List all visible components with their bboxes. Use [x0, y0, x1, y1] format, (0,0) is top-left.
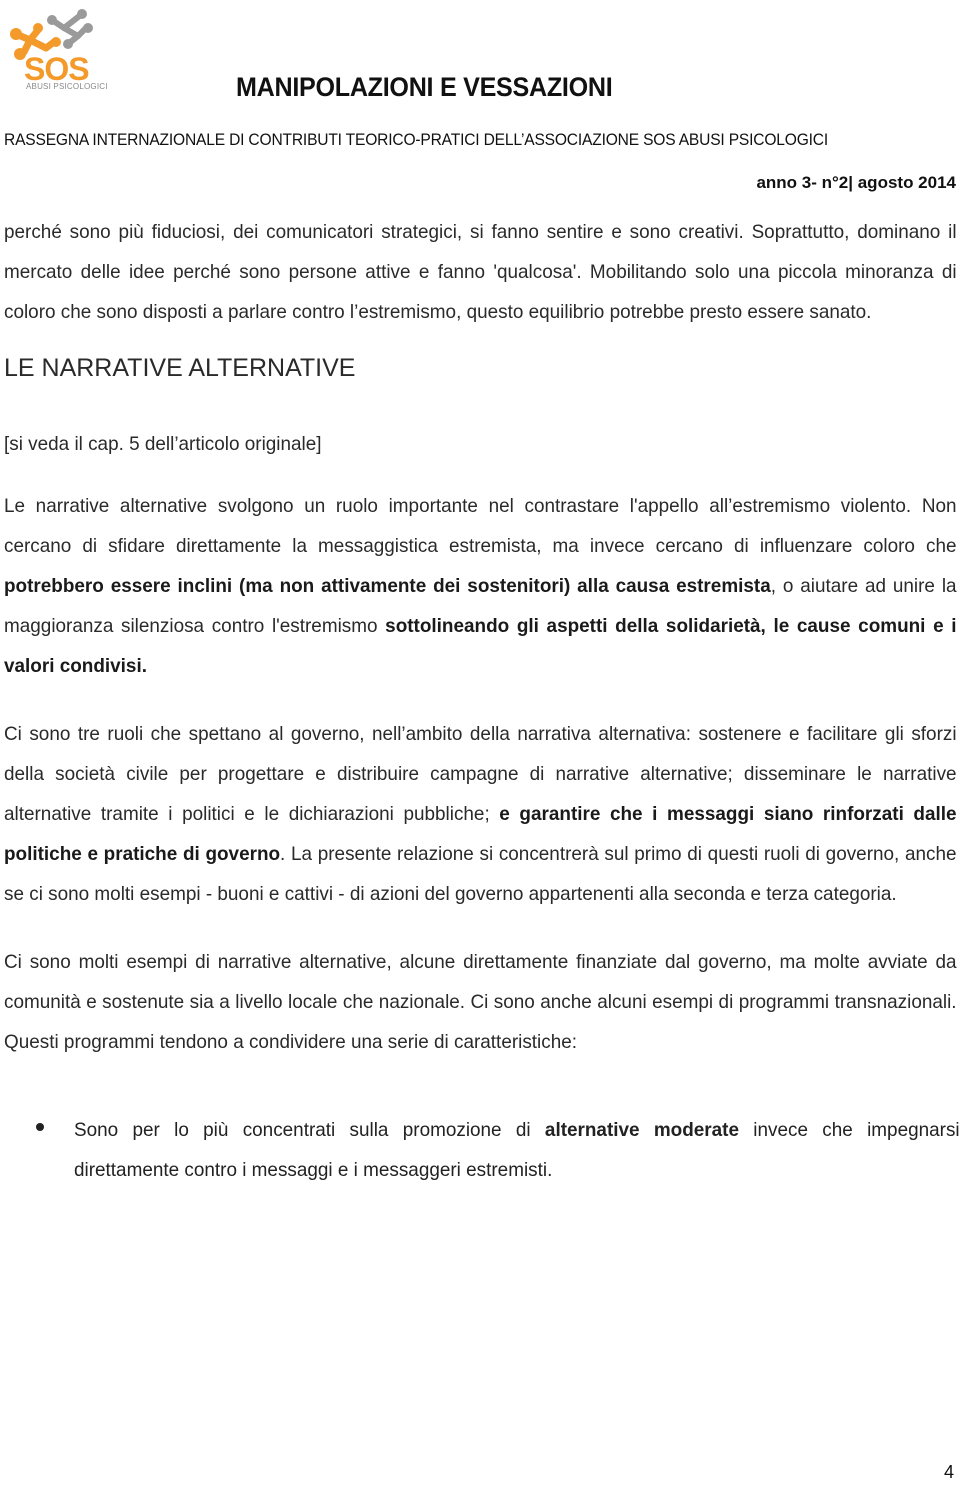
- bold-text-span: alternative moderate: [544, 1119, 739, 1141]
- publication-subtitle: RASSEGNA INTERNAZIONALE DI CONTRIBUTI TE…: [4, 131, 829, 149]
- page-number: 4: [943, 1462, 954, 1482]
- source-note: [si veda il cap. 5 dell’articolo origina…: [4, 433, 322, 455]
- bold-text-span: potrebbero essere inclini (ma non attiva…: [4, 575, 771, 597]
- text-span: Le narrative alternative svolgono un ruo…: [4, 495, 957, 557]
- publication-title: MANIPOLAZIONI E VESSAZIONI: [236, 72, 613, 102]
- list-item-text: Sono per lo più concentrati sulla promoz…: [74, 1110, 960, 1190]
- paragraph-alternative-narratives: Le narrative alternative svolgono un ruo…: [4, 486, 957, 686]
- logo-caption: ABUSI PSICOLOGICI: [26, 82, 108, 91]
- paragraph-examples: Ci sono molti esempi di narrative altern…: [4, 951, 957, 1053]
- characteristics-list: Sono per lo più concentrati sulla promoz…: [4, 1110, 960, 1190]
- section-heading: LE NARRATIVE ALTERNATIVE: [4, 354, 356, 382]
- text-span: Sono per lo più concentrati sulla promoz…: [74, 1119, 545, 1141]
- bullet-icon: [36, 1123, 44, 1131]
- intro-paragraph: perché sono più fiduciosi, dei comunicat…: [4, 221, 957, 323]
- article-body: perché sono più fiduciosi, dei comunicat…: [4, 212, 960, 1190]
- issue-info: anno 3- n°2| agosto 2014: [756, 173, 956, 192]
- list-item: Sono per lo più concentrati sulla promoz…: [4, 1110, 960, 1190]
- paragraph-government-roles: Ci sono tre ruoli che spettano al govern…: [4, 714, 957, 914]
- sos-logo: SOS ABUSI PSICOLOGICI: [4, 2, 108, 98]
